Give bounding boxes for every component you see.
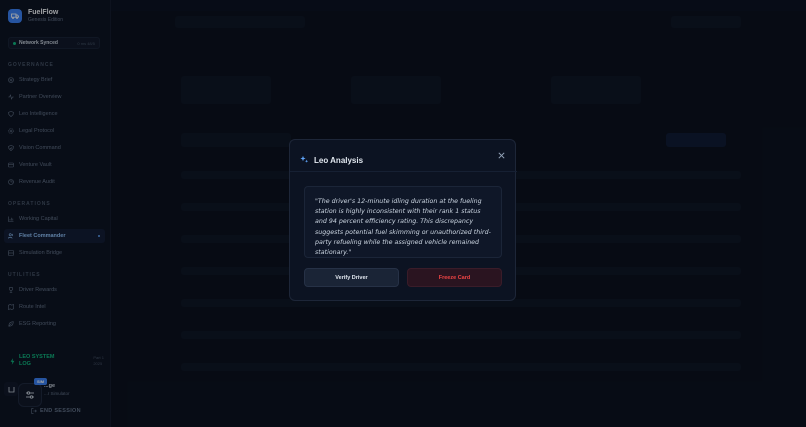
analysis-quote-box: "The driver's 12-minute idling duration … [304, 186, 502, 258]
freeze-card-button[interactable]: Freeze Card [407, 268, 502, 287]
leo-analysis-modal: Leo Analysis "The driver's 12-minute idl… [289, 139, 517, 301]
close-icon [498, 152, 505, 159]
analysis-quote: "The driver's 12-minute idling duration … [315, 198, 491, 257]
close-button[interactable] [497, 151, 506, 160]
verify-driver-button[interactable]: Verify Driver [304, 268, 399, 287]
modal-title: Leo Analysis [314, 155, 364, 165]
modal-header: Leo Analysis [290, 140, 517, 172]
sparkles-icon [300, 151, 309, 169]
